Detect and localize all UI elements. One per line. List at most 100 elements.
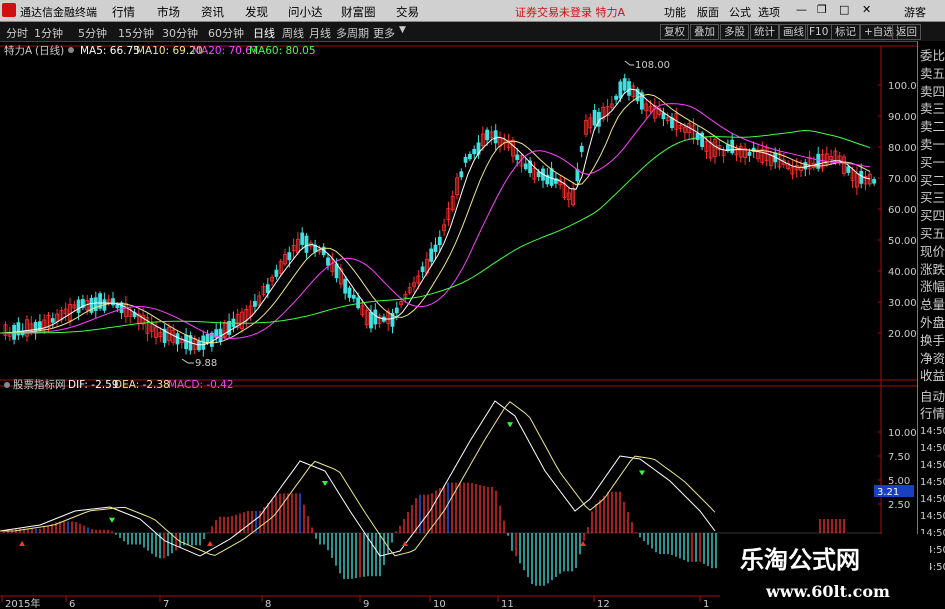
candle-body (433, 244, 438, 252)
candle-body (93, 297, 98, 312)
macd-histogram (3, 482, 845, 586)
tab-5min[interactable]: 5分钟 (78, 25, 107, 41)
candle-body (622, 78, 627, 91)
menu-wenxiaoda[interactable]: 问小达 (288, 4, 323, 20)
candle-body (485, 129, 490, 141)
macd-tick-label: 10.00 (888, 428, 917, 439)
minimize-icon[interactable]: — (796, 3, 807, 16)
tick-time-label: 14:50 (920, 477, 945, 488)
guest-label[interactable]: 游客 (904, 4, 926, 20)
macd-current-value: 3.21 (877, 487, 899, 498)
menu-gongneng[interactable]: 功能 (664, 4, 686, 20)
tick-panel-label[interactable]: 行情 (920, 403, 945, 422)
candle-body (373, 309, 378, 325)
date-axis: 2015年 6 7 8 9 10 11 12 1 (1, 596, 709, 609)
tab-weekly[interactable]: 周线 (282, 25, 304, 41)
draw-line-button[interactable]: 画线 (779, 24, 808, 40)
date-tick-label: 10 (433, 599, 446, 609)
price-tick-label: 90.00 (888, 112, 917, 123)
back-button[interactable]: 返回 (892, 24, 921, 40)
mark-button[interactable]: 标记 (831, 24, 860, 40)
candle-body (184, 334, 189, 350)
restore-icon[interactable]: ❐ (817, 3, 827, 16)
candle-body (437, 236, 442, 246)
sell-arrow-icon (507, 422, 513, 428)
candle-body (369, 311, 373, 329)
tick-time-label: 14:50 (920, 511, 945, 522)
menu-hangqing[interactable]: 行情 (112, 4, 135, 20)
menu-zixun[interactable]: 资讯 (201, 4, 224, 20)
dif-label: DIF: -2.59 (68, 379, 118, 391)
multi-stock-button[interactable]: 多股 (720, 24, 749, 40)
menu-banmian[interactable]: 版面 (697, 4, 719, 20)
candle-body (515, 154, 520, 160)
tab-15min[interactable]: 15分钟 (118, 25, 154, 41)
tab-60min[interactable]: 60分钟 (208, 25, 244, 41)
tab-1min[interactable]: 1分钟 (34, 25, 63, 41)
tab-fenshi[interactable]: 分时 (6, 25, 28, 41)
candle-body (218, 328, 223, 342)
price-tick-label: 40.00 (888, 267, 917, 278)
watermark: 乐淘公式网 www.60lt.com (720, 534, 930, 609)
quote-row-label: 委比 (920, 48, 945, 63)
price-tick-label: 80.00 (888, 143, 917, 154)
overlay-button[interactable]: 叠加 (690, 24, 719, 40)
candle-body (872, 179, 876, 184)
watermark-title: 乐淘公式网 (740, 546, 860, 574)
candle-body (575, 169, 580, 182)
candle-body (175, 333, 180, 345)
stats-button[interactable]: 统计 (750, 24, 779, 40)
quote-row-label: 换手 (920, 332, 945, 348)
candle-body (579, 145, 584, 152)
f10-button[interactable]: F10 (805, 24, 833, 40)
quote-row-label: 卖二 (920, 119, 945, 135)
period-tab-bar: 分时 1分钟 5分钟 15分钟 30分钟 60分钟 日线 周线 月线 多周期 更… (0, 22, 945, 42)
tick-time-label: 14:50 (920, 426, 945, 437)
quote-row-label: 卖三 (920, 101, 945, 117)
candle-body (274, 269, 279, 277)
login-notice[interactable]: 证券交易未登录 特力A (515, 4, 625, 20)
date-tick-label: 11 (501, 599, 514, 609)
buy-arrow-icon (19, 541, 25, 546)
watermark-url: www.60lt.com (766, 582, 890, 601)
macd-indicator-name: 股票指标网 (13, 378, 66, 391)
tab-daily[interactable]: 日线 (253, 25, 275, 41)
candle-body (459, 171, 464, 178)
candle-body (76, 299, 81, 313)
settings-dot-icon[interactable] (68, 47, 74, 53)
menu-jiaoyi[interactable]: 交易 (396, 4, 419, 20)
macd-signal-arrows (19, 422, 645, 546)
quote-row-label: 现价 (920, 243, 945, 259)
quote-row-label: 净资 (920, 350, 945, 366)
high-price-label: 108.00 (635, 60, 670, 71)
fuquan-button[interactable]: 复权 (660, 24, 689, 40)
close-icon[interactable]: ✕ (862, 3, 871, 16)
tab-more[interactable]: 更多 (373, 25, 395, 41)
menu-gongshi[interactable]: 公式 (729, 4, 751, 20)
kline-chart[interactable]: 100.0 90.00 80.00 70.00 60.00 50.00 40.00 30.00… (0, 41, 917, 609)
more-chevron-icon[interactable]: ▼ (399, 25, 406, 35)
macd-settings-dot-icon[interactable] (4, 382, 10, 388)
stock-name: 特力A (4, 44, 33, 57)
candle-body (111, 298, 115, 306)
app-name: 通达信金融终端 (20, 6, 97, 19)
quote-row-label: 买一 (920, 154, 945, 170)
maximize-icon[interactable]: □ (839, 3, 849, 16)
ma10-line (0, 93, 871, 344)
candle-body (343, 278, 348, 294)
tick-time-label: 14:50 (920, 443, 945, 454)
tab-monthly[interactable]: 月线 (309, 25, 331, 41)
tab-multi-period[interactable]: 多周期 (336, 25, 369, 41)
candle-body (197, 340, 201, 351)
tab-30min[interactable]: 30分钟 (162, 25, 198, 41)
candle-body (467, 153, 472, 160)
menu-faxian[interactable]: 发现 (245, 4, 268, 20)
title-bar: 通达信金融终端 行情 市场 资讯 发现 问小达 财富圈 交易 证券交易未登录 特… (0, 0, 945, 22)
candle-body (859, 170, 864, 184)
price-tick-label: 100.0 (888, 81, 917, 92)
macd-tick-label: 2.50 (888, 500, 910, 511)
menu-shichang[interactable]: 市场 (157, 4, 180, 20)
menu-xuanxiang[interactable]: 选项 (758, 4, 780, 20)
menu-caifuquan[interactable]: 财富圈 (341, 4, 376, 20)
sell-arrow-icon (639, 470, 645, 476)
